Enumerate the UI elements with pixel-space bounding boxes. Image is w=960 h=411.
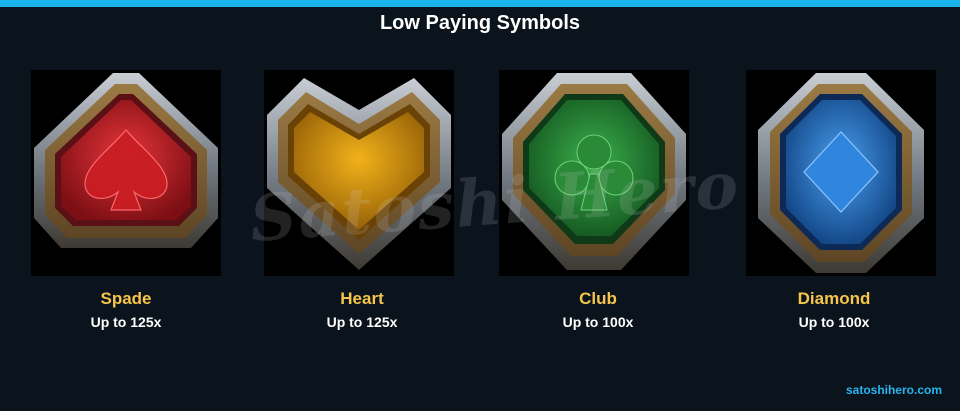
- site-link[interactable]: satoshihero.com: [846, 383, 942, 397]
- heart-icon: [267, 78, 451, 270]
- diamond-icon: [758, 73, 924, 273]
- symbol-payout-heart: Up to 125x: [326, 314, 398, 330]
- top-accent-bar: [0, 0, 960, 7]
- symbol-name-club: Club: [579, 289, 617, 308]
- symbol-card-heart: [264, 70, 454, 276]
- symbol-card-club: [499, 70, 689, 276]
- club-icon: [502, 73, 686, 270]
- symbol-card-diamond: [746, 70, 936, 276]
- symbol-name-heart: Heart: [340, 289, 384, 308]
- page-title: Low Paying Symbols: [379, 12, 581, 34]
- symbol-card-spade: [31, 70, 221, 276]
- spade-icon: [34, 73, 218, 248]
- symbol-name-diamond: Diamond: [797, 289, 871, 308]
- symbol-name-spade: Spade: [100, 289, 152, 308]
- symbol-payout-spade: Up to 125x: [90, 314, 162, 330]
- symbol-payout-diamond: Up to 100x: [798, 314, 870, 330]
- symbol-payout-club: Up to 100x: [562, 314, 634, 330]
